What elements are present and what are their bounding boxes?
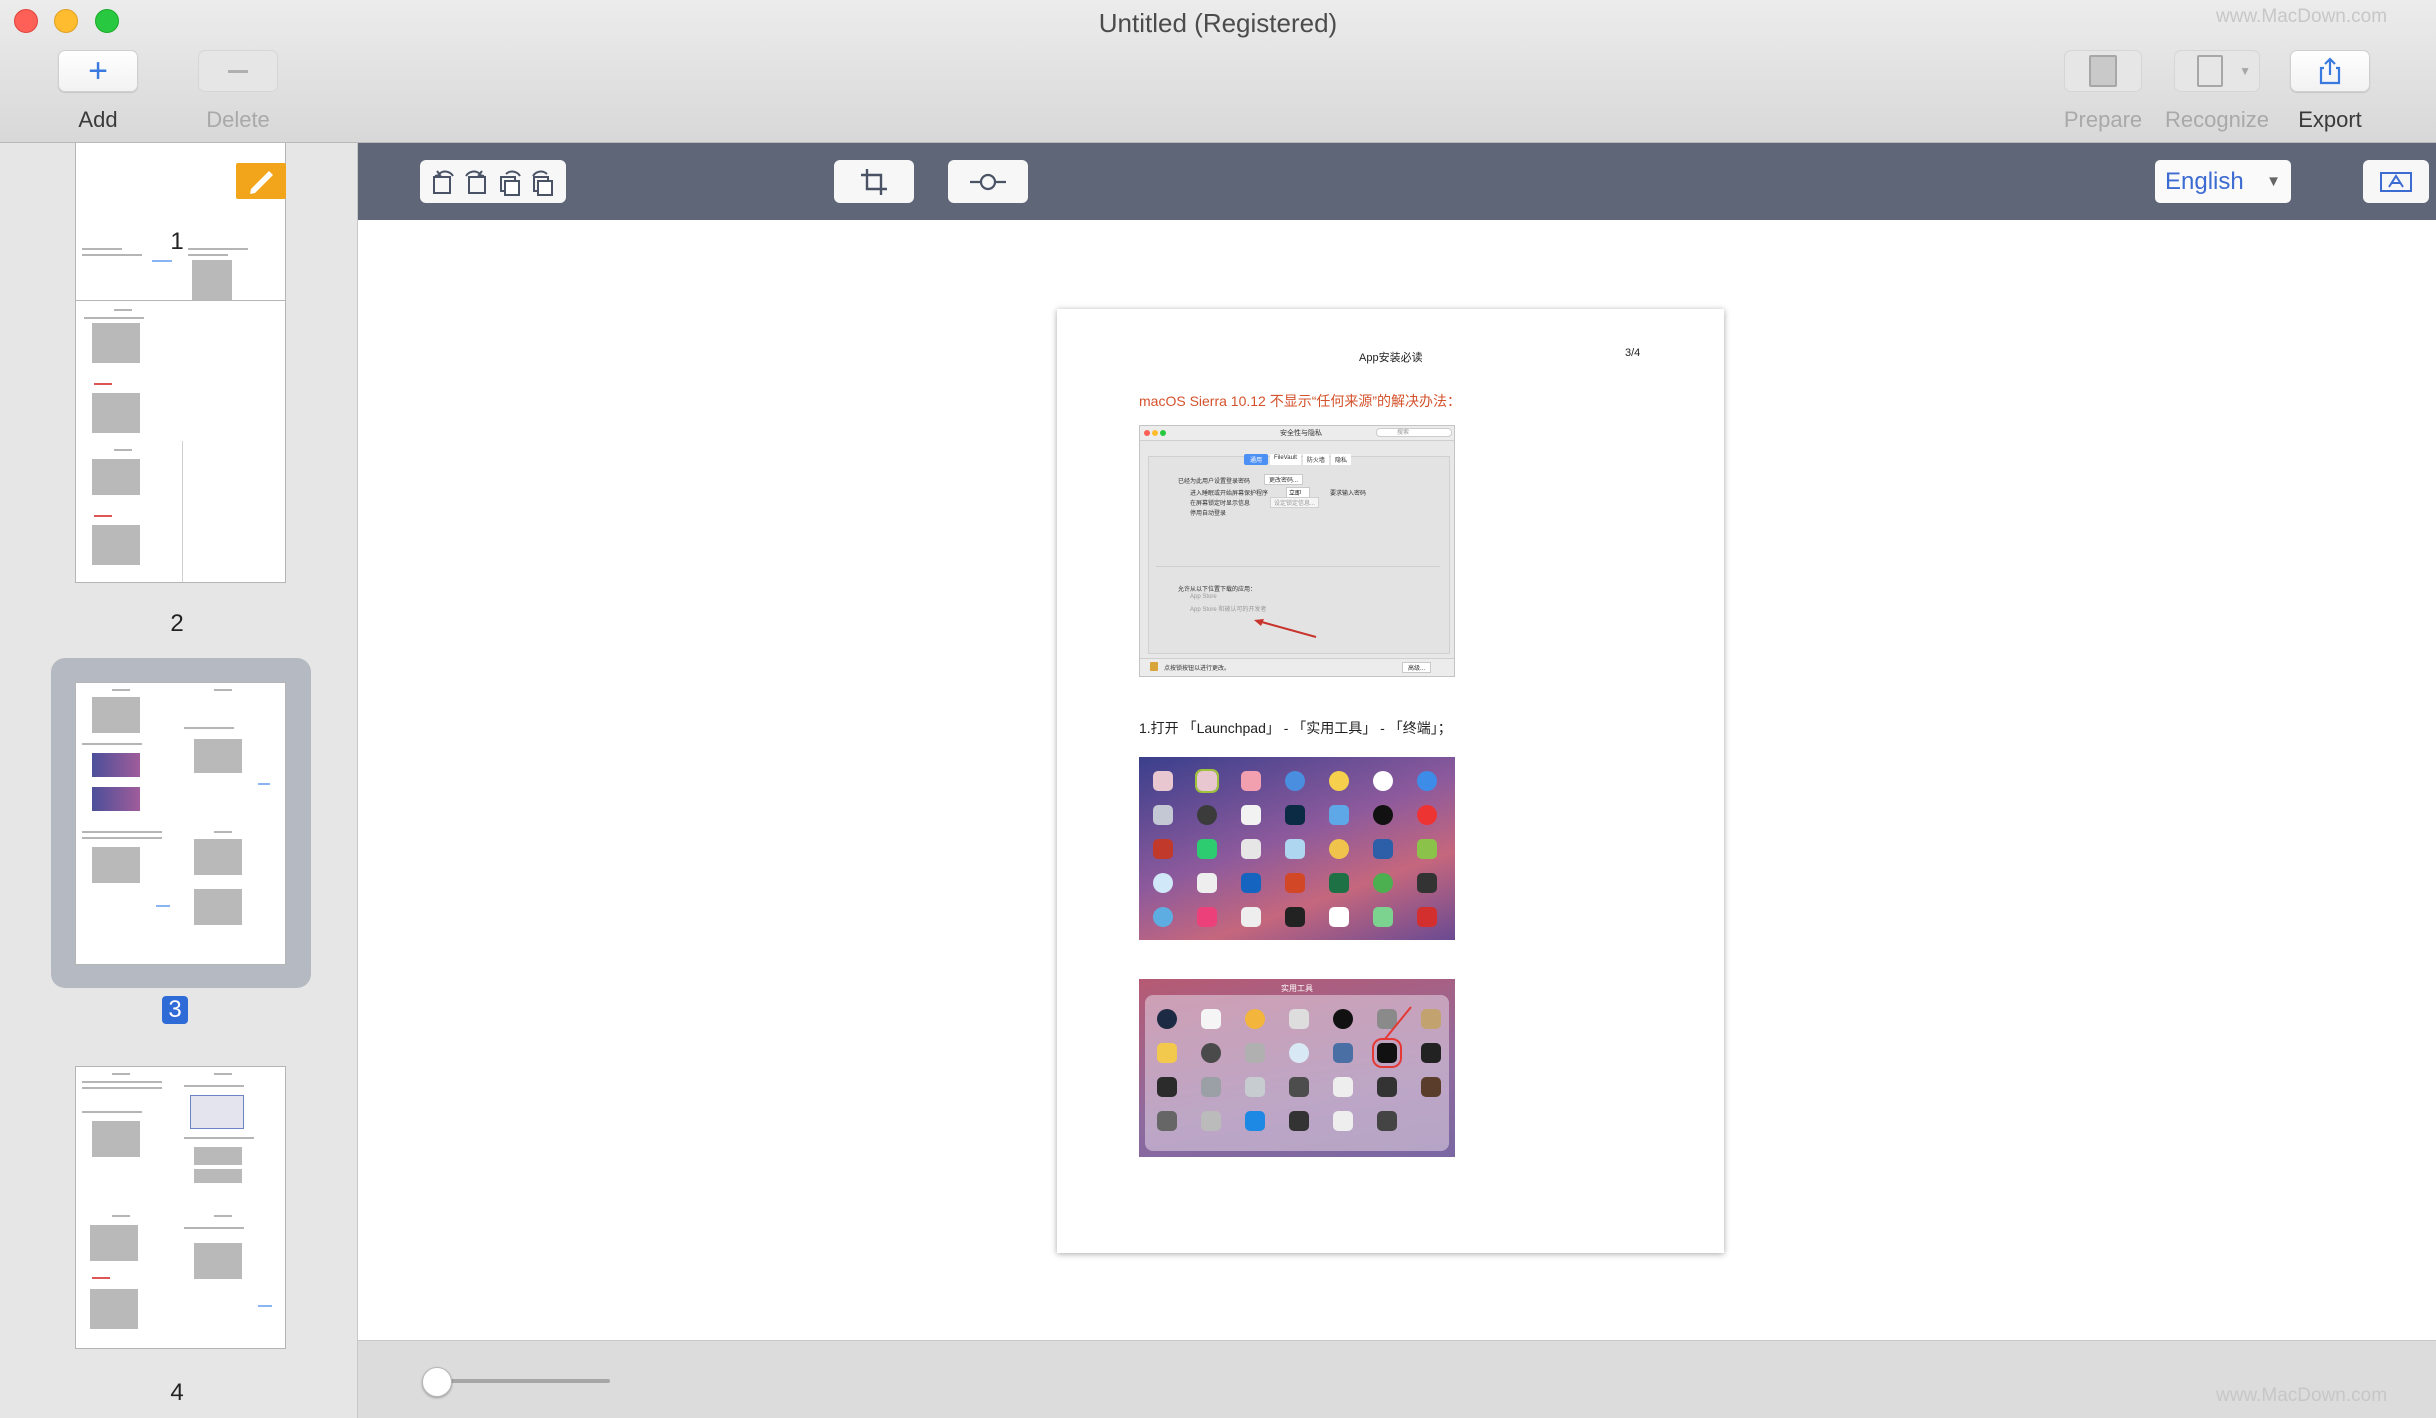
recognition-area-button[interactable] (2363, 160, 2429, 203)
shot1-search: 搜索 (1376, 428, 1452, 437)
page-header: App安装必读 (1359, 352, 1423, 364)
red-arrow-annotation (1254, 619, 1317, 638)
shot1-tab-privacy: 隐私 (1330, 454, 1351, 465)
straighten-icon (970, 173, 1006, 190)
language-select[interactable]: English ▼ (2155, 160, 2291, 203)
section-heading: macOS Sierra 10.12 不显示“任何来源”的解决办法： (1139, 393, 1462, 409)
minus-icon (228, 69, 248, 73)
shot1-allow-title: 允许从以下位置下载的应用： (1178, 587, 1257, 593)
shot1-set-message: 设定锁定信息... (1270, 497, 1320, 508)
prepare-label: Prepare (2063, 107, 2143, 132)
add-button[interactable]: + (58, 50, 138, 92)
shot1-line3: 在屏幕锁定时显示信息 (1190, 501, 1251, 507)
red-arrow-annotation-2 (1384, 1006, 1412, 1040)
add-label: Add (78, 107, 118, 132)
chevron-down-icon: ▼ (2266, 173, 2281, 190)
page-number-4: 4 (170, 1379, 184, 1406)
rotate-left-icon[interactable] (427, 166, 459, 198)
window-title: Untitled (Registered) (1098, 8, 1338, 38)
recognize-label: Recognize (2165, 107, 2269, 132)
page-indicator: 3/4 (1625, 347, 1641, 359)
shot1-title: 安全性与隐私 (1280, 430, 1322, 437)
page-thumbnail-2[interactable] (75, 300, 286, 583)
window-toolbar: Untitled (Registered) www.MacDown.com + … (0, 0, 2436, 143)
straighten-button[interactable] (948, 160, 1028, 203)
page-canvas[interactable]: App安装必读 3/4 macOS Sierra 10.12 不显示“任何来源”… (358, 220, 2436, 1340)
edit-toolbar (358, 143, 2436, 220)
bottom-bar: www.MacDown.com (358, 1340, 2436, 1418)
zoom-slider-knob[interactable] (422, 1367, 452, 1397)
rotate-buttons-group (420, 160, 566, 203)
watermark-top: www.MacDown.com (2216, 6, 2388, 27)
text-area-icon (2380, 171, 2412, 192)
language-value: English (2165, 168, 2244, 195)
export-button[interactable] (2290, 50, 2370, 92)
page-scan-icon (2089, 55, 2117, 87)
edit-pencil-badge[interactable] (236, 163, 286, 199)
prepare-button[interactable] (2064, 50, 2142, 92)
shot1-advanced: 高级... (1402, 662, 1432, 673)
shot1-tab-general: 通用 (1244, 454, 1269, 465)
step-1-text: 1.打开 「Launchpad」 - 「实用工具」 - 「终端」； (1139, 720, 1452, 736)
export-label: Export (2298, 107, 2362, 132)
page-thumbnail-4[interactable] (75, 1066, 286, 1349)
crop-button[interactable] (834, 160, 914, 203)
page-number-2: 2 (170, 610, 184, 637)
launchpad-screenshot (1139, 757, 1455, 940)
delete-button[interactable] (198, 50, 278, 92)
page-number-1: 1 (170, 228, 184, 255)
delete-label: Delete (206, 107, 270, 132)
shot3-folder-title: 实用工具 (1281, 984, 1313, 993)
utilities-folder-screenshot: 实用工具 (1139, 979, 1455, 1157)
rotate-all-right-icon[interactable] (527, 166, 559, 198)
shot1-tab-firewall: 防火墙 (1302, 454, 1329, 465)
pencil-icon (250, 171, 273, 194)
shot1-line4: 停用自动登录 (1190, 511, 1227, 517)
lock-icon (1150, 662, 1158, 671)
recognize-button[interactable]: ▼ (2174, 50, 2260, 92)
share-icon (2319, 57, 2341, 85)
plus-icon: + (88, 52, 108, 90)
shot1-line2b: 要求输入密码 (1330, 491, 1367, 497)
document-page: App安装必读 3/4 macOS Sierra 10.12 不显示“任何来源”… (1057, 309, 1724, 1253)
page-number-3: 3 (162, 996, 188, 1024)
shot1-lock-text: 点按锁按钮以进行更改。 (1164, 666, 1231, 672)
security-privacy-screenshot: 安全性与隐私 搜索 通用 FileVault 防火墙 隐私 已经为此用户设置登录… (1139, 425, 1455, 677)
watermark-bottom: www.MacDown.com (2216, 1385, 2388, 1406)
shot1-tab-filevault: FileVault (1270, 454, 1301, 465)
chevron-down-icon: ▼ (2239, 64, 2251, 78)
page-thumbnail-3[interactable] (75, 682, 286, 965)
rotate-all-left-icon[interactable] (494, 166, 526, 198)
shot1-change-password: 更改密码... (1264, 474, 1304, 485)
shot1-line2: 进入睡眠或开始屏幕保护程序 (1190, 491, 1269, 497)
shot1-line1: 已经为此用户设置登录密码 (1178, 479, 1251, 485)
document-icon (2197, 55, 2223, 87)
page-thumbnails-sidebar[interactable]: 1 2 3 4 (0, 143, 358, 1418)
shot1-option-appstore: App Store (1190, 594, 1217, 600)
rotate-right-icon[interactable] (460, 166, 492, 198)
crop-icon (861, 168, 887, 195)
zoom-slider-track[interactable] (438, 1379, 610, 1383)
shot1-option-identified: App Store 和被认可的开发者 (1190, 607, 1267, 613)
